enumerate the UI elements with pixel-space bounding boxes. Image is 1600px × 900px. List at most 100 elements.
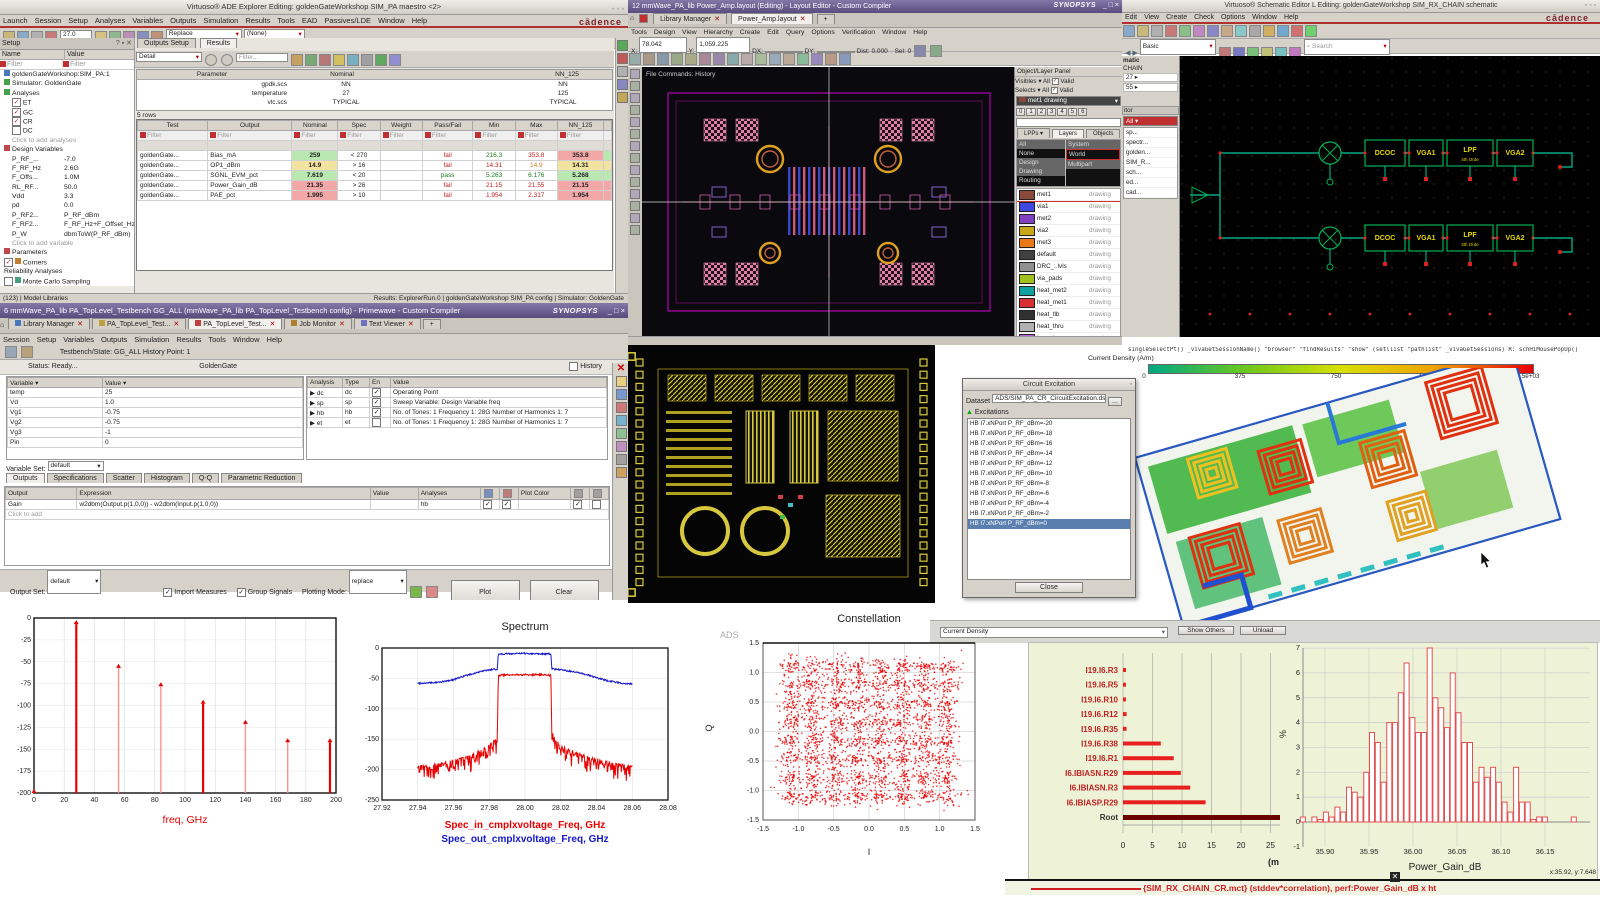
constellation-plot[interactable]: ConstellationADS-1.5-1.5-1.0-1.0-0.5-0.5… bbox=[690, 608, 990, 870]
layout-tool-icon-4[interactable] bbox=[685, 53, 697, 65]
outputs-col-4[interactable] bbox=[481, 488, 500, 500]
sch-tool-icon-0[interactable] bbox=[1123, 25, 1135, 37]
pa-layout-canvas[interactable]: File Commands: History bbox=[642, 67, 1014, 336]
side-list-item[interactable]: SIM_R... bbox=[1124, 158, 1177, 168]
setup-tree-item[interactable]: ✓ GC bbox=[0, 108, 134, 117]
next-icon[interactable] bbox=[221, 54, 233, 66]
sch-tool-icon-5[interactable] bbox=[1193, 25, 1205, 37]
layout-tool-icon-13[interactable] bbox=[811, 53, 823, 65]
results-filter-cell[interactable]: Filter bbox=[422, 131, 473, 141]
variable-row-Vg3[interactable]: Vg3-1 bbox=[8, 428, 303, 438]
results-tool-icon-4[interactable] bbox=[347, 54, 359, 66]
excitation-titlebar[interactable]: Circuit Excitation ◦ bbox=[963, 379, 1135, 391]
spectrum-plot[interactable]: Spectrum27.9227.9427.9627.9828.0028.0228… bbox=[350, 612, 680, 857]
layer-row-heat_tlb[interactable]: heat_tlbdrawing bbox=[1017, 309, 1120, 321]
hist-bar-2[interactable] bbox=[1312, 817, 1317, 822]
analyses-col[interactable]: Analysis bbox=[308, 378, 343, 388]
schematic-menu-window[interactable]: Window bbox=[1252, 14, 1277, 21]
param-col[interactable]: NN_125 bbox=[522, 70, 612, 79]
home-icon[interactable]: ⌂ bbox=[0, 322, 6, 329]
hist-bar-14[interactable] bbox=[1381, 782, 1386, 822]
side-list-item[interactable]: ed... bbox=[1124, 178, 1177, 188]
excitation-item-2[interactable]: HB I7.xNPort P_RF_dBm=-16 bbox=[968, 439, 1130, 449]
param-col[interactable]: Parameter bbox=[137, 70, 287, 79]
primewave-tab-3[interactable]: Job Monitor✕ bbox=[284, 318, 351, 329]
results-tool-icon-2[interactable] bbox=[319, 54, 331, 66]
history-checkbox[interactable]: History bbox=[569, 360, 602, 374]
pareto-plot[interactable]: 0510152025I19.I6.R3I19.I6.R5I19.I6.R10I1… bbox=[1028, 633, 1280, 880]
hist-bar-3[interactable] bbox=[1318, 820, 1323, 823]
layer-row-default[interactable]: defaultdrawing bbox=[1017, 249, 1120, 261]
schematic-menu-edit[interactable]: Edit bbox=[1125, 14, 1137, 21]
layout-menu-query[interactable]: Query bbox=[786, 29, 805, 36]
close-button[interactable]: Close bbox=[1015, 582, 1083, 593]
variable-row-Pin[interactable]: Pin0 bbox=[8, 438, 303, 448]
save-session-icon[interactable] bbox=[21, 346, 33, 358]
output-tab-scatter[interactable]: Scatter bbox=[106, 473, 142, 483]
setup-tree-item[interactable]: ✓ CR bbox=[0, 117, 134, 126]
primewave-menu-session[interactable]: Session bbox=[3, 335, 30, 344]
results-filter-cell[interactable]: Filter bbox=[138, 131, 208, 141]
plot-button[interactable]: Plot bbox=[451, 580, 520, 600]
setup-tree-item[interactable]: F_RF_Hz2.6G bbox=[0, 164, 134, 173]
variable-set-select[interactable]: default ▾ bbox=[48, 461, 104, 471]
side-num-row[interactable]: 55 ▸ bbox=[1123, 83, 1178, 92]
hist-bar-0[interactable] bbox=[1300, 817, 1305, 822]
minimize-icon[interactable]: ◦ bbox=[1130, 379, 1132, 390]
ade-side-icon-4[interactable] bbox=[617, 92, 628, 103]
hist-bar-21[interactable] bbox=[1421, 733, 1426, 823]
results-row-SGNL_EVM_pct[interactable]: goldenGate...SGNL_EVM_pct7.619< 20pass5.… bbox=[138, 171, 612, 181]
ade-side-icon-1[interactable] bbox=[617, 53, 628, 64]
histogram-plot[interactable]: -10123456735.9035.9536.0036.0536.1036.15… bbox=[1278, 633, 1600, 883]
lpp-left-all[interactable]: All bbox=[1017, 140, 1065, 149]
selects-row[interactable]: Selects ▾ All ✓ Valid bbox=[1015, 86, 1122, 95]
layer-row-met1[interactable]: met1drawing bbox=[1017, 189, 1120, 201]
output-row-Gain[interactable]: Gainw2dbm(Output.p(1,0,0)) - w2dbm(Input… bbox=[6, 500, 609, 510]
visibles-row[interactable]: Visibles ▾ All ✓ Valid bbox=[1015, 77, 1122, 86]
lpp-tab-objects[interactable]: Objects bbox=[1086, 129, 1120, 138]
outputs-col-3[interactable]: Analyses bbox=[418, 488, 481, 500]
schematic-titlebar[interactable]: Virtuoso® Schematic Editor L Editing: go… bbox=[1122, 0, 1600, 13]
results-tool-icon-3[interactable] bbox=[333, 54, 345, 66]
schematic-menu-help[interactable]: Help bbox=[1284, 14, 1298, 21]
excitation-item-0[interactable]: HB I7.xNPort P_RF_dBm=-20 bbox=[968, 419, 1130, 429]
layout-tool-icon-0[interactable] bbox=[629, 53, 641, 65]
side-list-item[interactable]: sch... bbox=[1124, 168, 1177, 178]
results-tool-icon-5[interactable] bbox=[361, 54, 373, 66]
tab-results[interactable]: Results bbox=[200, 38, 237, 48]
lpp-left-routing[interactable]: Routing bbox=[1017, 176, 1065, 185]
chip-layout-canvas[interactable] bbox=[628, 345, 935, 603]
primewave-side-icon-3[interactable] bbox=[616, 415, 627, 426]
tree-checkbox[interactable]: ✓ bbox=[12, 117, 21, 126]
primewave-side-icon-4[interactable] bbox=[616, 428, 627, 439]
results-filter-cell[interactable]: Filter bbox=[515, 131, 557, 141]
analysis-row-sp[interactable]: ▶ spsp✓Sweep Variable: Design Variable f… bbox=[308, 398, 607, 408]
excitation-item-10[interactable]: HB I7.xNPort P_RF_dBm=0 bbox=[968, 519, 1130, 529]
layer-filter-input[interactable] bbox=[1016, 118, 1121, 127]
setup-tree-item[interactable]: ✓ ET bbox=[0, 98, 134, 107]
output-tab-histogram[interactable]: Histogram bbox=[144, 473, 190, 483]
pareto-bar-2[interactable] bbox=[1123, 697, 1126, 701]
results-col-pass-fail[interactable]: Pass/Fail bbox=[422, 121, 473, 131]
stem-plot[interactable]: -200-175-150-125-100-75-50-2500204060801… bbox=[8, 605, 348, 835]
layer-row-via_pads[interactable]: via_padsdrawing bbox=[1017, 273, 1120, 285]
hist-bar-47[interactable] bbox=[1571, 817, 1576, 822]
pareto-bar-8[interactable] bbox=[1123, 786, 1190, 790]
current-density-3d-view[interactable] bbox=[1125, 368, 1600, 623]
ade-menu-help[interactable]: Help bbox=[412, 16, 427, 25]
hist-bar-10[interactable] bbox=[1358, 797, 1363, 822]
layout-tool-icon-1[interactable] bbox=[643, 53, 655, 65]
layer-row-heat_met2[interactable]: heat_met2drawing bbox=[1017, 285, 1120, 297]
analysis-enable-checkbox[interactable]: ✓ bbox=[372, 408, 381, 417]
results-col-weight[interactable]: Weight bbox=[380, 121, 422, 131]
sch-tool-icon-9[interactable] bbox=[1249, 25, 1261, 37]
excitation-item-7[interactable]: HB I7.xNPort P_RF_dBm=-6 bbox=[968, 489, 1130, 499]
analysis-enable-checkbox[interactable]: ✓ bbox=[372, 398, 381, 407]
variable-row-Vd[interactable]: Vd1.0 bbox=[8, 398, 303, 408]
variable-row-temp[interactable]: temp25 bbox=[8, 388, 303, 398]
hist-bar-9[interactable] bbox=[1352, 792, 1357, 822]
sch-tool-icon-10[interactable] bbox=[1263, 25, 1275, 37]
sch-tool-icon-3[interactable] bbox=[1165, 25, 1177, 37]
ade-menu-results[interactable]: Results bbox=[245, 16, 270, 25]
window-controls[interactable]: _ □ × bbox=[608, 304, 625, 317]
